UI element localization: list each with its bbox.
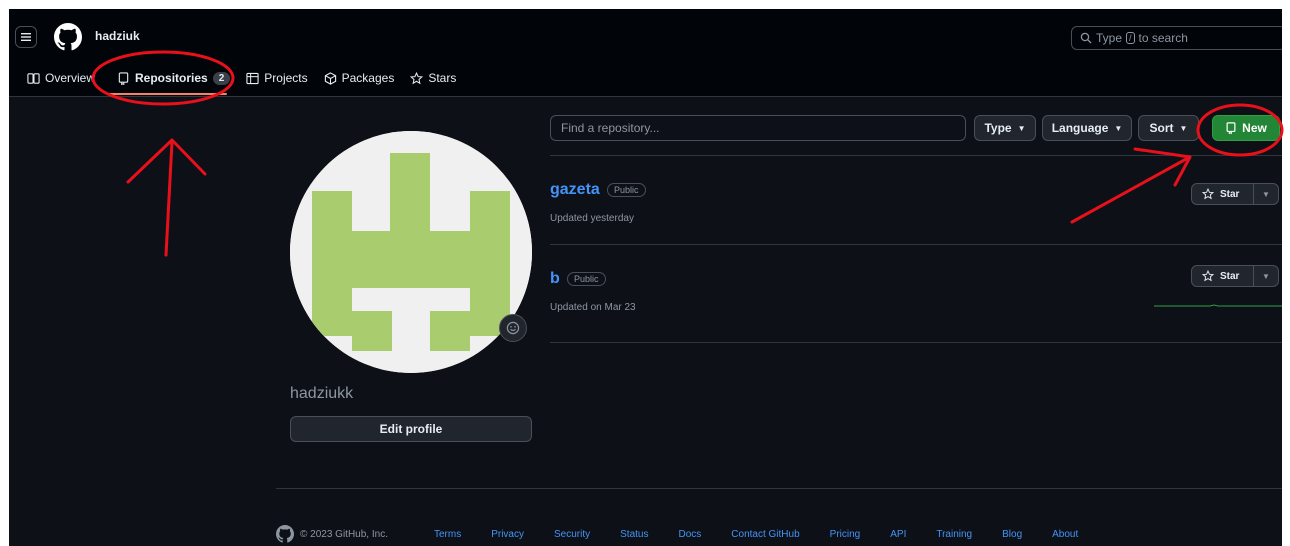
footer-link-pricing[interactable]: Pricing	[830, 529, 861, 540]
profile-nav: Overview Repositories 2 Projects Package…	[19, 67, 464, 89]
search-prefix: Type	[1096, 31, 1123, 45]
star-icon	[410, 71, 424, 84]
footer-divider	[276, 488, 1282, 489]
tab-overview[interactable]: Overview	[19, 67, 103, 89]
smiley-icon	[506, 321, 520, 335]
identicon-image	[290, 131, 532, 373]
type-dropdown-label: Type	[984, 121, 1012, 135]
star-button[interactable]: Star ▼	[1191, 265, 1279, 287]
star-list-dropdown[interactable]: ▼	[1254, 190, 1278, 199]
star-icon	[1202, 188, 1214, 200]
header-username[interactable]: hadziuk	[95, 29, 140, 43]
language-dropdown[interactable]: Language ▼	[1042, 115, 1132, 141]
footer-link-security[interactable]: Security	[554, 529, 590, 540]
star-button-main[interactable]: Star	[1192, 184, 1254, 204]
header: hadziuk Type / to search Overview Reposi…	[9, 9, 1282, 97]
repo-link[interactable]: gazeta	[550, 181, 600, 199]
github-logo-icon[interactable]	[276, 525, 294, 543]
tab-repositories-label: Repositories	[135, 71, 208, 85]
hamburger-icon	[21, 33, 31, 41]
star-icon	[1202, 270, 1214, 282]
star-list-dropdown[interactable]: ▼	[1254, 272, 1278, 281]
profile-username: hadziukk	[290, 385, 354, 402]
repo-updated-text: Updated on Mar 23	[550, 302, 636, 313]
star-button[interactable]: Star ▼	[1191, 183, 1279, 205]
footer-copyright: © 2023 GitHub, Inc.	[300, 528, 388, 540]
footer-link-api[interactable]: API	[890, 529, 906, 540]
repo-link[interactable]: b	[550, 270, 560, 288]
footer-link-docs[interactable]: Docs	[678, 529, 701, 540]
visibility-badge: Public	[607, 183, 646, 197]
tab-stars[interactable]: Stars	[402, 67, 464, 89]
footer: © 2023 GitHub, Inc. Terms Privacy Securi…	[276, 525, 1108, 543]
search-suffix: to search	[1138, 31, 1188, 45]
search-shortcut-key: /	[1126, 32, 1135, 44]
sort-dropdown[interactable]: Sort ▼	[1138, 115, 1199, 141]
list-divider	[550, 244, 1282, 245]
table-icon	[246, 72, 259, 84]
star-button-label: Star	[1220, 188, 1240, 200]
search-input[interactable]: Type / to search	[1071, 26, 1282, 50]
caret-down-icon: ▼	[1179, 123, 1188, 133]
search-icon	[1080, 32, 1092, 44]
repositories-count-badge: 2	[212, 71, 231, 85]
footer-link-status[interactable]: Status	[620, 529, 648, 540]
list-divider	[550, 342, 1282, 343]
footer-link-about[interactable]: About	[1052, 529, 1078, 540]
edit-profile-button[interactable]: Edit profile	[290, 416, 532, 442]
tab-repositories[interactable]: Repositories 2	[109, 67, 238, 89]
tab-stars-label: Stars	[428, 71, 457, 85]
new-repository-button[interactable]: New	[1212, 115, 1280, 141]
book-icon	[27, 72, 40, 84]
type-dropdown[interactable]: Type ▼	[974, 115, 1036, 141]
caret-down-icon: ▼	[1017, 123, 1026, 133]
list-divider	[550, 155, 1282, 156]
caret-down-icon: ▼	[1114, 123, 1123, 133]
activity-sparkline	[1154, 304, 1282, 307]
repo-icon	[118, 71, 129, 85]
tab-projects-label: Projects	[264, 71, 308, 85]
package-icon	[324, 71, 336, 85]
new-button-label: New	[1242, 121, 1267, 135]
language-dropdown-label: Language	[1051, 121, 1109, 135]
sort-dropdown-label: Sort	[1149, 121, 1174, 135]
selected-tab-underline	[107, 93, 227, 95]
avatar[interactable]	[290, 131, 532, 373]
github-window: hadziuk Type / to search Overview Reposi…	[9, 9, 1282, 546]
footer-link-blog[interactable]: Blog	[1002, 529, 1022, 540]
footer-link-privacy[interactable]: Privacy	[491, 529, 524, 540]
star-button-main[interactable]: Star	[1192, 266, 1254, 286]
set-status-button[interactable]	[499, 314, 527, 342]
footer-link-contact[interactable]: Contact GitHub	[731, 529, 799, 540]
github-logo-icon[interactable]	[54, 23, 82, 51]
tab-packages[interactable]: Packages	[316, 67, 403, 89]
footer-link-training[interactable]: Training	[936, 529, 972, 540]
hamburger-menu-button[interactable]	[15, 26, 37, 48]
find-repository-input[interactable]: Find a repository...	[550, 115, 966, 141]
tab-overview-label: Overview	[45, 71, 96, 85]
repo-updated-text: Updated yesterday	[550, 213, 634, 224]
tab-projects[interactable]: Projects	[238, 67, 315, 89]
star-button-label: Star	[1220, 270, 1240, 282]
tab-packages-label: Packages	[341, 71, 395, 85]
repo-icon	[1226, 122, 1236, 134]
footer-link-terms[interactable]: Terms	[434, 529, 461, 540]
visibility-badge: Public	[567, 272, 606, 286]
